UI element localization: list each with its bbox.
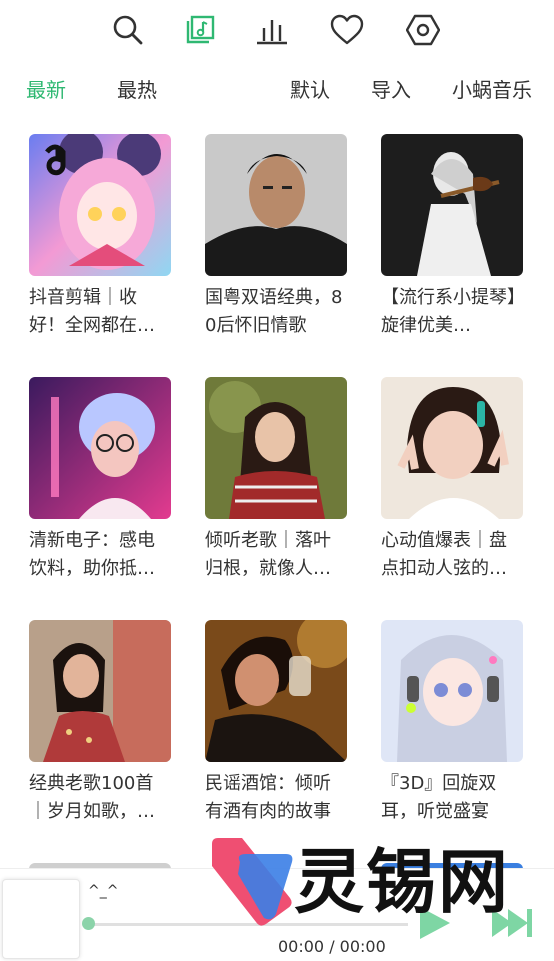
playlist-cover — [29, 377, 171, 519]
search-icon[interactable] — [110, 12, 146, 48]
progress-handle[interactable] — [82, 917, 95, 930]
bar-chart-icon[interactable] — [254, 12, 290, 48]
now-playing-title: ^_^ — [88, 883, 119, 899]
playlist-card[interactable]: 倾听老歌｜落叶归根，就像人… — [205, 377, 347, 583]
filter-row: 最新 最热 默认 导入 小蜗音乐 — [0, 70, 554, 106]
playlist-cover — [381, 377, 523, 519]
hexagon-settings-icon[interactable] — [405, 12, 441, 48]
playlist-cover — [381, 134, 523, 276]
playlist-cover — [381, 620, 523, 762]
source-selector[interactable]: 小蜗音乐 — [452, 74, 532, 103]
sort-default-button[interactable]: 默认 — [290, 74, 330, 103]
tab-latest[interactable]: 最新 — [26, 74, 66, 103]
watermark-logo: 灵锡网 — [206, 836, 554, 928]
playback-time: 00:00 / 00:00 — [278, 937, 386, 956]
watermark-text: 灵锡网 — [294, 841, 510, 923]
playlist-title: 国粤双语经典，80后怀旧情歌 — [205, 287, 343, 336]
playlist-cover — [205, 620, 347, 762]
playlist-cover — [205, 134, 347, 276]
top-nav-bar — [0, 0, 554, 58]
import-button[interactable]: 导入 — [371, 74, 411, 103]
playlist-title: 『3D』回旋双耳，听觉盛宴 — [381, 773, 497, 822]
playlist-card[interactable]: 经典老歌100首｜岁月如歌，… — [29, 620, 171, 826]
playlist-title: 清新电子：感电饮料，助你抵… — [29, 530, 155, 579]
playlist-card[interactable]: 『3D』回旋双耳，听觉盛宴 — [381, 620, 523, 826]
playlist-cover — [205, 377, 347, 519]
playlist-title: 【流行系小提琴】旋律优美… — [381, 287, 516, 336]
playlist-cover — [29, 134, 171, 276]
playlist-title: 倾听老歌｜落叶归根，就像人… — [205, 530, 331, 579]
tab-hottest[interactable]: 最热 — [117, 74, 157, 103]
playlist-card[interactable]: 民谣酒馆：倾听有酒有肉的故事 — [205, 620, 347, 826]
playlist-title: 心动值爆表｜盘点扣动人弦的… — [381, 530, 507, 579]
playlist-card[interactable]: 抖音剪辑｜收好！全网都在… — [29, 134, 171, 340]
playlist-card[interactable]: 国粤双语经典，80后怀旧情歌 — [205, 134, 347, 340]
playlist-card[interactable]: 清新电子：感电饮料，助你抵… — [29, 377, 171, 583]
heart-icon[interactable] — [329, 12, 365, 48]
music-library-icon[interactable] — [182, 12, 218, 48]
playlist-card[interactable]: 心动值爆表｜盘点扣动人弦的… — [381, 377, 523, 583]
playlist-title: 民谣酒馆：倾听有酒有肉的故事 — [205, 773, 331, 822]
now-playing-cover[interactable] — [2, 879, 80, 959]
playlist-title: 经典老歌100首｜岁月如歌，… — [29, 773, 155, 822]
playlist-title: 抖音剪辑｜收好！全网都在… — [29, 287, 155, 336]
playlist-cover — [29, 620, 171, 762]
playlist-card[interactable]: 【流行系小提琴】旋律优美… — [381, 134, 523, 340]
